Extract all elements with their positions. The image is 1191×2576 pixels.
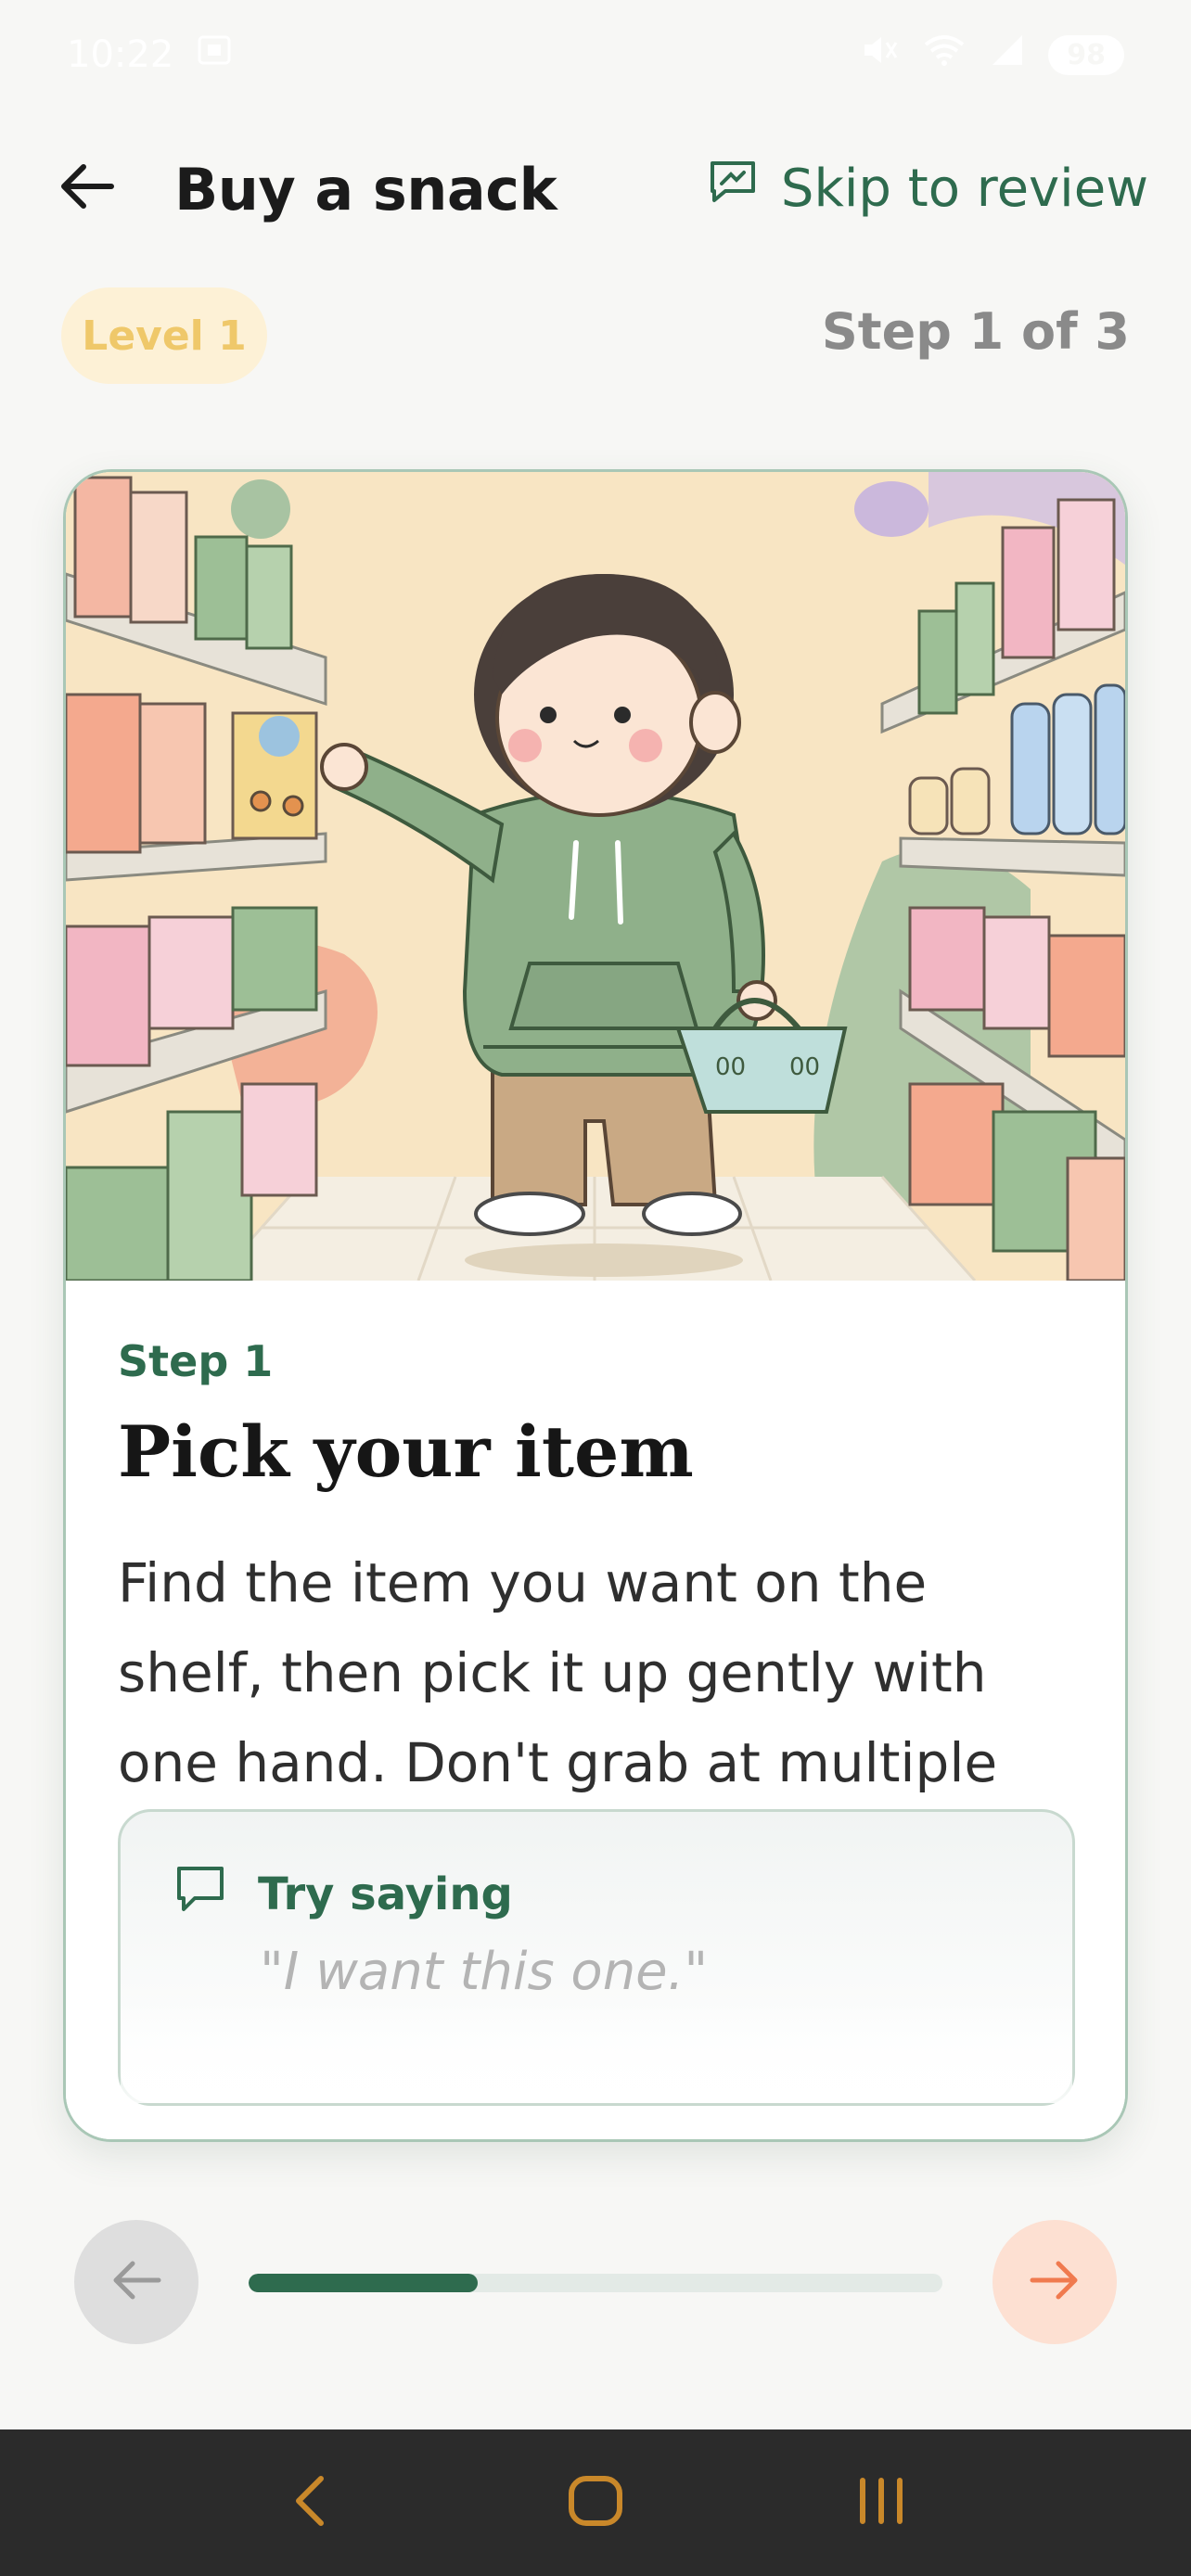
progress-fill — [249, 2274, 478, 2292]
arrow-left-icon — [59, 163, 115, 213]
mute-icon — [859, 32, 900, 78]
review-icon — [707, 158, 759, 219]
system-recents-button[interactable] — [826, 2456, 937, 2549]
level-badge: Level 1 — [61, 287, 267, 384]
step-card: 00 00 Step 1 Pick your item Find the ite… — [63, 469, 1128, 2142]
screenshot-icon — [196, 32, 233, 78]
step-content: Step 1 Pick your item Find the item you … — [66, 1281, 1125, 2139]
step-counter: Step 1 of 3 — [821, 302, 1130, 361]
arrow-right-icon — [1029, 2258, 1081, 2306]
status-time: 10:22 — [67, 33, 174, 76]
system-back-button[interactable] — [254, 2456, 365, 2549]
recents-icon — [855, 2473, 907, 2532]
previous-step-button[interactable] — [74, 2220, 198, 2344]
try-saying-label: Try saying — [258, 1868, 513, 1920]
speech-bubble-icon — [174, 1864, 226, 1925]
step-kicker: Step 1 — [118, 1336, 274, 1386]
header: Buy a snack Skip to review — [0, 137, 1191, 239]
chevron-left-icon — [291, 2473, 328, 2532]
step-navigation — [0, 2207, 1191, 2355]
step-title: Pick your item — [118, 1410, 694, 1493]
arrow-left-icon — [110, 2258, 162, 2306]
system-home-button[interactable] — [540, 2456, 651, 2549]
wifi-icon — [922, 32, 967, 78]
status-left: 10:22 — [67, 32, 233, 78]
child-picking-snack-in-store-illustration: 00 00 — [66, 472, 1125, 1282]
system-navigation-bar — [0, 2429, 1191, 2576]
back-button[interactable] — [52, 158, 122, 219]
svg-text:00: 00 — [715, 1053, 746, 1081]
skip-to-review-button[interactable]: Skip to review — [707, 158, 1148, 219]
scroll-fade — [121, 1992, 1072, 2103]
svg-text:00: 00 — [789, 1053, 820, 1081]
progress-bar — [249, 2274, 942, 2292]
status-right: 98 — [859, 32, 1124, 78]
try-saying-header: Try saying — [174, 1864, 513, 1925]
signal-icon — [989, 32, 1026, 78]
next-step-button[interactable] — [992, 2220, 1117, 2344]
status-bar: 10:22 98 — [0, 0, 1191, 109]
page-title: Buy a snack — [174, 156, 557, 223]
skip-to-review-label: Skip to review — [780, 158, 1148, 219]
home-square-icon — [566, 2473, 625, 2532]
try-saying-box: Try saying "I want this one." — [118, 1809, 1075, 2106]
battery-indicator: 98 — [1048, 34, 1124, 75]
